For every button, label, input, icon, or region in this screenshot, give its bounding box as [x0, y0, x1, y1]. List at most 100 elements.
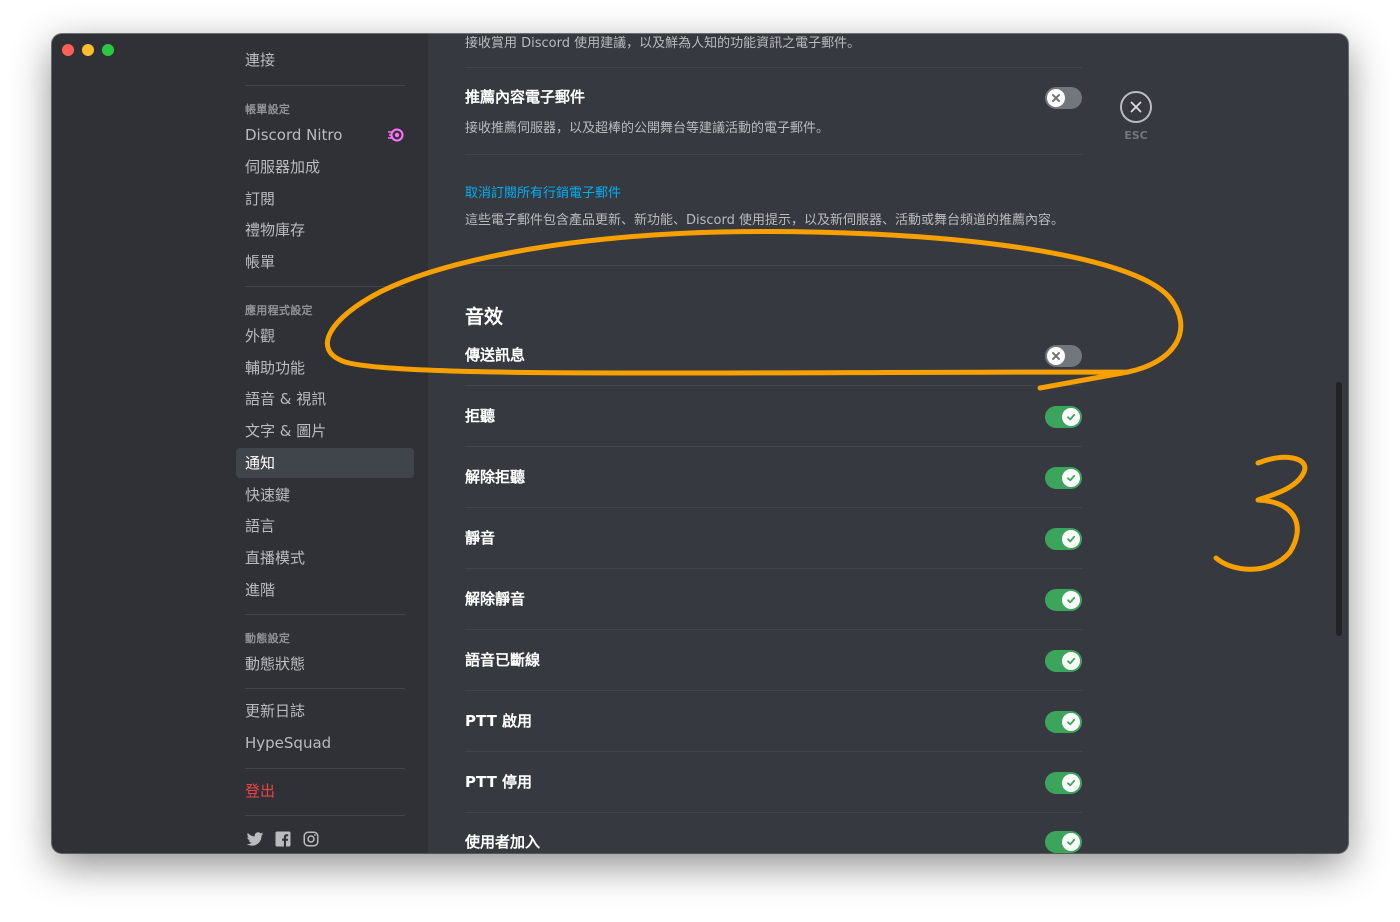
toggle-knob	[1062, 774, 1080, 792]
divider	[465, 629, 1082, 630]
sidebar-item-label: Discord Nitro	[245, 126, 343, 144]
x-icon	[1052, 94, 1060, 102]
window-controls	[62, 44, 114, 56]
zoom-window-button[interactable]	[102, 44, 114, 56]
sound-toggle-send-message[interactable]	[1045, 345, 1082, 367]
twitter-icon[interactable]	[246, 830, 264, 848]
recommendation-email-toggle[interactable]	[1045, 87, 1082, 109]
check-icon	[1067, 413, 1076, 421]
check-icon	[1067, 838, 1076, 846]
toggle-knob	[1047, 347, 1065, 365]
toggle-knob	[1062, 408, 1080, 426]
nav-divider	[245, 768, 405, 769]
sidebar-item-accessibility[interactable]: 輔助功能	[236, 353, 414, 383]
divider	[465, 265, 1082, 266]
sound-row-label: 語音已斷線	[465, 651, 541, 669]
toggle-knob	[1062, 652, 1080, 670]
check-icon	[1067, 474, 1076, 482]
divider	[465, 690, 1082, 691]
sidebar-item-streamer-mode[interactable]: 直播模式	[236, 543, 414, 573]
sidebar-item-subscriptions[interactable]: 訂閱	[236, 184, 414, 214]
recommendation-email-title: 推薦內容電子郵件	[465, 88, 586, 106]
x-icon	[1052, 352, 1060, 360]
sound-row-label: 拒聽	[465, 407, 496, 425]
nav-header-billing: 帳單設定	[245, 103, 291, 116]
sidebar-item-logout[interactable]: 登出	[236, 776, 414, 806]
sidebar-item-connections[interactable]: 連接	[236, 45, 414, 75]
close-settings: ESC	[1118, 91, 1154, 142]
sound-row-label: 靜音	[465, 529, 496, 547]
sidebar-item-voice-video[interactable]: 語音 & 視訊	[236, 384, 414, 414]
check-icon	[1067, 718, 1076, 726]
sidebar-item-text-images[interactable]: 文字 & 圖片	[236, 416, 414, 446]
sound-row-label: PTT 停用	[465, 773, 533, 791]
sound-row-label: 使用者加入	[465, 833, 541, 851]
sidebar-item-language[interactable]: 語言	[236, 511, 414, 541]
sound-toggle-ptt-activate[interactable]	[1045, 711, 1082, 733]
close-settings-button[interactable]	[1120, 91, 1152, 123]
sidebar-item-changelog[interactable]: 更新日誌	[236, 696, 414, 726]
check-icon	[1067, 779, 1076, 787]
toggle-knob	[1047, 89, 1065, 107]
nav-header-activity: 動態設定	[245, 632, 291, 645]
close-window-button[interactable]	[62, 44, 74, 56]
sound-toggle-user-join[interactable]	[1045, 831, 1082, 853]
check-icon	[1067, 657, 1076, 665]
sidebar-item-server-boost[interactable]: 伺服器加成	[236, 152, 414, 182]
settings-window: 連接 帳單設定 Discord Nitro 伺服器加成 訂閱 禮物庫存 帳單 應…	[52, 34, 1348, 853]
unsubscribe-link[interactable]: 取消訂閱所有行銷電子郵件	[465, 182, 621, 201]
toggle-knob	[1062, 591, 1080, 609]
divider	[465, 507, 1082, 508]
divider	[465, 568, 1082, 569]
sidebar-item-nitro[interactable]: Discord Nitro	[236, 120, 414, 150]
nav-divider	[245, 815, 405, 816]
divider	[465, 154, 1082, 155]
divider	[465, 446, 1082, 447]
nav-divider	[245, 688, 405, 689]
toggle-knob	[1062, 530, 1080, 548]
check-icon	[1067, 596, 1076, 604]
nav-header-app: 應用程式設定	[245, 304, 313, 317]
divider	[465, 751, 1082, 752]
toggle-knob	[1062, 713, 1080, 731]
sound-toggle-deafen[interactable]	[1045, 406, 1082, 428]
sidebar-item-gift-inventory[interactable]: 禮物庫存	[236, 215, 414, 245]
toggle-knob	[1062, 469, 1080, 487]
recommendation-email-desc: 接收推薦伺服器，以及超棒的公開舞台等建議活動的電子郵件。	[465, 121, 830, 136]
sound-section-title: 音效	[465, 306, 504, 328]
nav-divider	[245, 614, 405, 615]
check-icon	[1067, 535, 1076, 543]
nav-divider	[245, 85, 405, 86]
sound-toggle-ptt-deactivate[interactable]	[1045, 772, 1082, 794]
nitro-icon	[388, 128, 404, 142]
sound-toggle-voice-disconnected[interactable]	[1045, 650, 1082, 672]
scrollbar-thumb[interactable]	[1336, 382, 1342, 636]
instagram-icon[interactable]	[302, 830, 320, 848]
sound-row-label: 傳送訊息	[465, 346, 526, 364]
sound-toggle-mute[interactable]	[1045, 528, 1082, 550]
minimize-window-button[interactable]	[82, 44, 94, 56]
sound-toggle-undeafen[interactable]	[1045, 467, 1082, 489]
nav-divider	[245, 286, 405, 287]
unsubscribe-desc: 這些電子郵件包含產品更新、新功能、Discord 使用提示，以及新伺服器、活動或…	[465, 213, 1064, 228]
sound-row-label: 解除靜音	[465, 590, 526, 608]
social-links	[246, 830, 320, 848]
sidebar-item-appearance[interactable]: 外觀	[236, 321, 414, 351]
divider	[465, 812, 1082, 813]
sidebar-item-keybinds[interactable]: 快速鍵	[236, 480, 414, 510]
sidebar-item-activity-status[interactable]: 動態狀態	[236, 649, 414, 679]
divider	[465, 385, 1082, 386]
sidebar-item-advanced[interactable]: 進階	[236, 575, 414, 605]
sidebar-item-notifications[interactable]: 通知	[236, 448, 414, 478]
sidebar-item-hypesquad[interactable]: HypeSquad	[236, 728, 414, 758]
notifications-content: 接收賞用 Discord 使用建議，以及鮮為人知的功能資訊之電子郵件。 推薦內容…	[465, 34, 1082, 853]
sound-row-label: 解除拒聽	[465, 468, 526, 486]
facebook-icon[interactable]	[274, 830, 292, 848]
esc-label: ESC	[1124, 129, 1148, 142]
close-icon	[1130, 101, 1142, 113]
tips-email-desc: 接收賞用 Discord 使用建議，以及鮮為人知的功能資訊之電子郵件。	[465, 36, 861, 51]
settings-sidebar: 連接 帳單設定 Discord Nitro 伺服器加成 訂閱 禮物庫存 帳單 應…	[52, 34, 428, 853]
divider	[465, 67, 1082, 68]
sidebar-item-billing[interactable]: 帳單	[236, 247, 414, 277]
sound-toggle-unmute[interactable]	[1045, 589, 1082, 611]
